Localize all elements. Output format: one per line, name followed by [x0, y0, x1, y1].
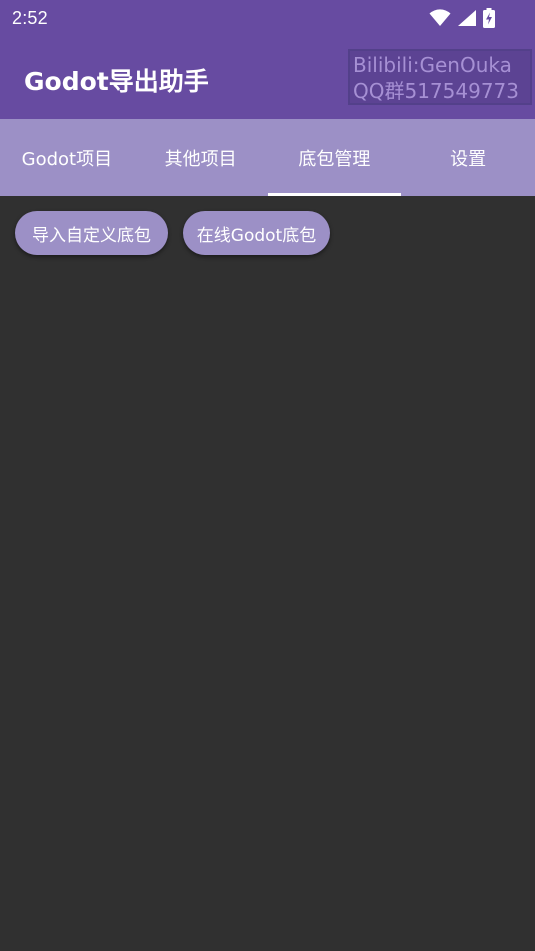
- button-label: 在线Godot底包: [196, 225, 317, 246]
- tab-label: 其他项目: [164, 148, 237, 170]
- status-time: 2:52: [12, 8, 48, 28]
- battery-charging-icon: [483, 8, 495, 32]
- online-godot-package-button[interactable]: 在线Godot底包: [183, 211, 330, 255]
- status-bar: 2:52: [0, 0, 535, 38]
- tab-settings[interactable]: 设置: [401, 119, 535, 196]
- tab-godot-projects[interactable]: Godot项目: [0, 119, 134, 196]
- button-label: 导入自定义底包: [32, 225, 151, 246]
- app-title: Godot导出助手: [24, 67, 209, 96]
- cell-signal-icon: [457, 9, 477, 31]
- wifi-icon: [429, 9, 451, 31]
- watermark-bilibili: Bilibili:GenOuka: [353, 53, 512, 77]
- tab-bar: Godot项目 其他项目 底包管理 设置: [0, 119, 535, 196]
- tab-other-projects[interactable]: 其他项目: [134, 119, 268, 196]
- status-icons: [429, 8, 495, 32]
- main-content: 导入自定义底包 在线Godot底包: [0, 196, 535, 951]
- tab-label: Godot项目: [21, 148, 113, 170]
- import-custom-package-button[interactable]: 导入自定义底包: [15, 211, 168, 255]
- watermark-qq-group: QQ群517549773: [353, 79, 520, 103]
- tab-label: 底包管理: [298, 148, 371, 170]
- tab-base-package-management[interactable]: 底包管理: [267, 119, 402, 196]
- watermark-overlay: Bilibili:GenOuka QQ群517549773: [348, 49, 532, 105]
- tab-label: 设置: [450, 148, 487, 170]
- app-bar: Godot导出助手 Bilibili:GenOuka QQ群517549773: [0, 38, 535, 119]
